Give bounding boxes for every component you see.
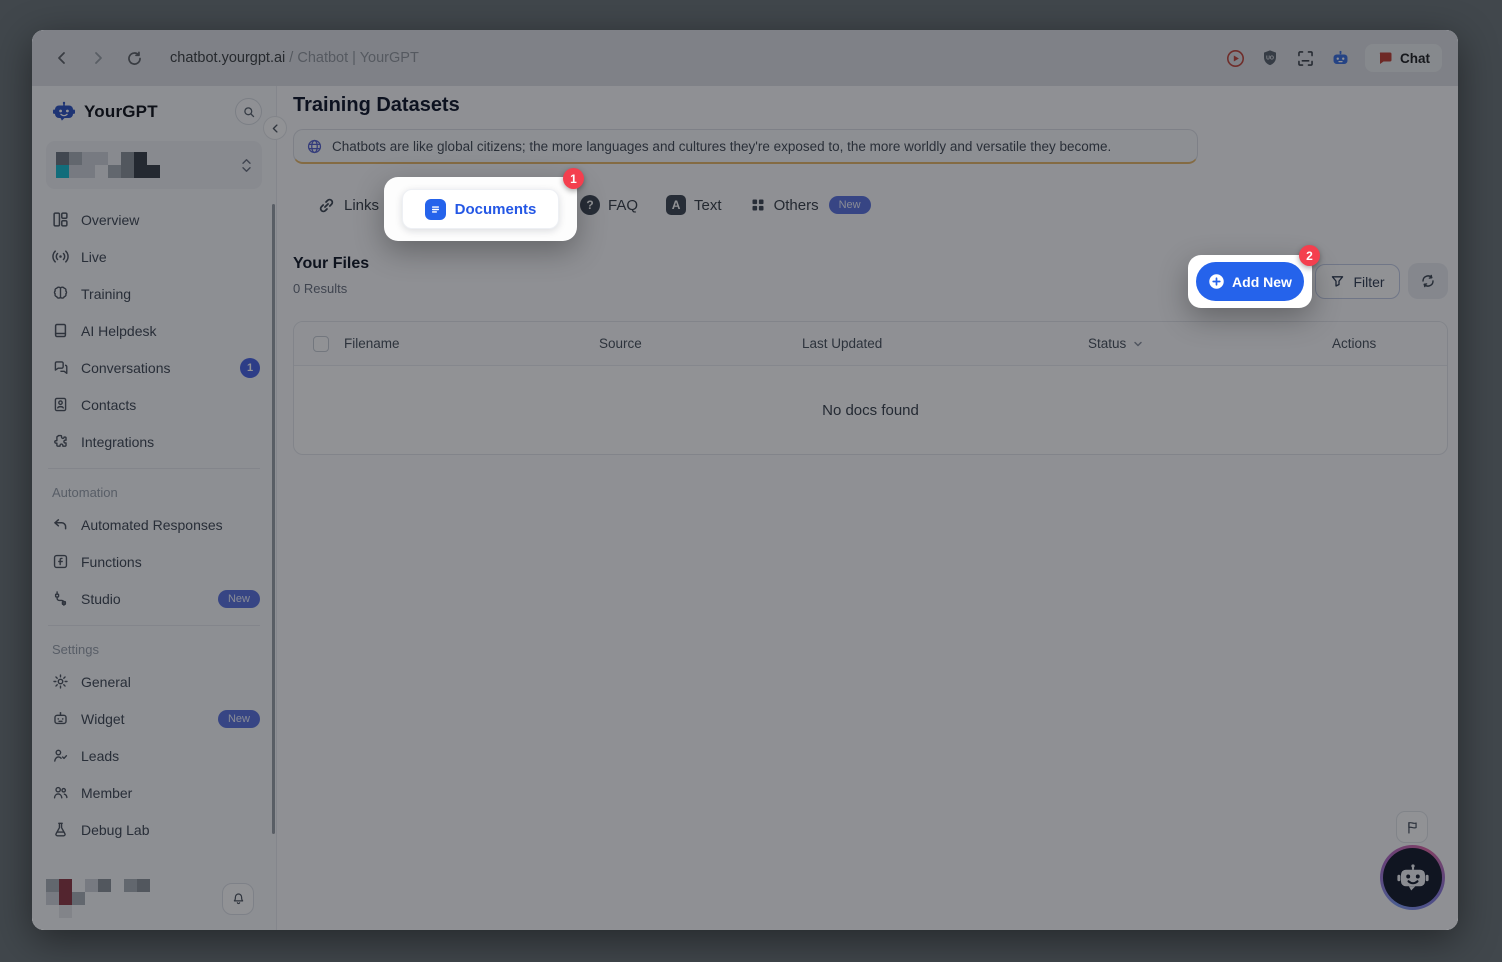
- walkthrough-step-1-badge: 1: [563, 168, 584, 189]
- document-icon: [425, 199, 446, 220]
- walkthrough-step-2-badge: 2: [1299, 245, 1320, 266]
- browser-window: chatbot.yourgpt.ai / Chatbot | YourGPT U…: [32, 30, 1458, 930]
- tab-label: Documents: [455, 201, 537, 218]
- documents-tab-spotlight: Documents: [384, 177, 577, 241]
- desktop-background: chatbot.yourgpt.ai / Chatbot | YourGPT U…: [0, 0, 1502, 962]
- plus-circle-icon: [1208, 273, 1225, 290]
- add-new-button[interactable]: Add New: [1196, 262, 1304, 301]
- tab-documents[interactable]: Documents: [402, 189, 559, 229]
- add-new-spotlight: Add New: [1188, 255, 1312, 308]
- add-new-button-label: Add New: [1232, 274, 1292, 290]
- walkthrough-dim-overlay: [32, 30, 1458, 930]
